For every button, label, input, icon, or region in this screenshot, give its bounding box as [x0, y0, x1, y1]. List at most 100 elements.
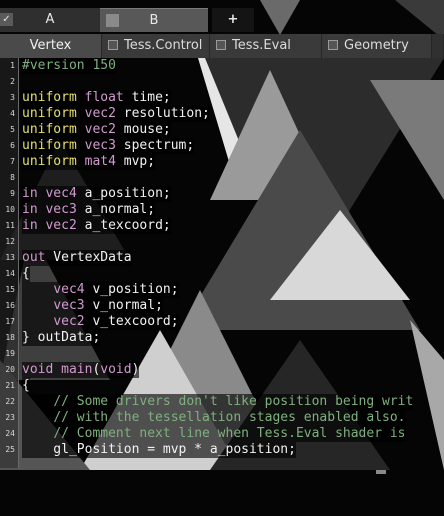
code-editor[interactable]: 1 #version 150 2 3 uniform float time; 4 unifo… — [0, 58, 444, 468]
line-number: 15 — [5, 285, 15, 294]
code-line[interactable]: 21 { — [0, 378, 444, 394]
code-token: // with the tessellation stages enabled … — [53, 410, 406, 425]
line-number: 2 — [10, 77, 15, 86]
horizontal-scrollbar[interactable] — [376, 470, 386, 474]
tab-geometry[interactable]: Geometry — [322, 34, 432, 58]
code-line[interactable]: 20 void main(void) — [0, 362, 444, 378]
code-line[interactable]: 22 // Some drivers don't like position b… — [0, 394, 444, 410]
checkbox-icon[interactable] — [216, 40, 226, 50]
code-token: vec4 — [53, 282, 85, 297]
line-number: 25 — [5, 445, 15, 454]
status-area — [0, 476, 444, 516]
code-text: in vec4 a_position; — [22, 186, 171, 202]
code-token: // Comment next line when Tess.Eval shad… — [53, 426, 406, 441]
checkbox-icon[interactable] — [328, 40, 338, 50]
code-line[interactable]: 18 } outData; — [0, 330, 444, 346]
code-token: void — [100, 362, 132, 377]
code-line[interactable]: 8 — [0, 170, 444, 186]
code-text: uniform vec2 mouse; — [22, 122, 171, 138]
code-text: in vec3 a_normal; — [22, 202, 156, 218]
code-line[interactable]: 15 vec4 v_position; — [0, 282, 444, 298]
code-line[interactable]: 13 out VertexData — [0, 250, 444, 266]
code-token: vec3 — [45, 202, 77, 217]
code-line[interactable]: 9 in vec4 a_position; — [0, 186, 444, 202]
code-line[interactable]: 24 // Comment next line when Tess.Eval s… — [0, 426, 444, 442]
tab-tess-control[interactable]: Tess.Control — [102, 34, 210, 58]
code-line[interactable]: 6 uniform vec3 spectrum; — [0, 138, 444, 154]
code-line[interactable]: 2 — [0, 74, 444, 90]
code-token: vec2 — [53, 314, 85, 329]
checkmark-icon[interactable]: ✓ — [0, 13, 13, 26]
code-line[interactable]: 1 #version 150 — [0, 58, 444, 74]
code-text: } outData; — [22, 330, 101, 346]
code-line[interactable]: 11 in vec2 a_texcoord; — [0, 218, 444, 234]
code-token: time; — [123, 90, 171, 105]
code-token: a_texcoord; — [76, 218, 171, 233]
code-line[interactable]: 17 vec2 v_texcoord; — [0, 314, 444, 330]
code-token: uniform — [22, 138, 77, 153]
document-tab-a[interactable]: ✓ A — [0, 8, 100, 32]
add-tab-button[interactable]: + — [212, 8, 254, 32]
line-number: 18 — [5, 333, 15, 342]
line-number: 16 — [5, 301, 15, 310]
code-line[interactable]: 4 uniform vec2 resolution; — [0, 106, 444, 122]
document-tab-bar: ✓ A B + — [0, 8, 444, 32]
code-token: spectrum; — [115, 138, 195, 153]
line-number: 3 — [10, 93, 15, 102]
code-text: vec2 v_texcoord; — [22, 314, 179, 330]
line-number: 17 — [5, 317, 15, 326]
code-token: // Some drivers don't like position bein… — [53, 394, 414, 409]
code-line[interactable]: 5 uniform vec2 mouse; — [0, 122, 444, 138]
code-token: vec2 — [84, 122, 116, 137]
code-token: uniform — [22, 106, 77, 121]
line-number: 11 — [5, 221, 15, 230]
tab-vertex[interactable]: Vertex — [0, 34, 102, 58]
code-token: #version 150 — [22, 58, 116, 73]
code-text: vec3 v_normal; — [22, 298, 163, 314]
code-line[interactable]: 16 vec3 v_normal; — [0, 298, 444, 314]
code-token: ) — [131, 362, 140, 377]
line-number: 22 — [5, 397, 15, 406]
code-text: void main(void) — [22, 362, 140, 378]
code-line[interactable]: 19 — [0, 346, 444, 362]
code-line[interactable]: 3 uniform float time; — [0, 90, 444, 106]
code-line[interactable]: 14 { — [0, 266, 444, 282]
line-number: 7 — [10, 157, 15, 166]
code-line[interactable]: 7 uniform mat4 mvp; — [0, 154, 444, 170]
code-line[interactable]: 10 in vec3 a_normal; — [0, 202, 444, 218]
tab-label: Tess.Control — [124, 38, 203, 53]
shader-tab-bar: Vertex Tess.Control Tess.Eval Geometry — [0, 34, 444, 58]
code-token: a_position; — [76, 186, 171, 201]
code-token: mat4 — [84, 154, 116, 169]
tab-label: Tess.Eval — [232, 38, 291, 53]
code-token: v_position; — [84, 282, 179, 297]
code-token: mouse; — [115, 122, 171, 137]
document-tab-label: B — [149, 13, 159, 28]
code-line[interactable]: 25 gl_Position = mvp * a_position; — [0, 442, 444, 458]
code-line[interactable]: 12 — [0, 234, 444, 250]
line-number: 4 — [10, 109, 15, 118]
code-text: { — [22, 266, 30, 282]
line-number: 14 — [5, 269, 15, 278]
tab-overflow[interactable] — [432, 34, 444, 58]
document-tab-label: A — [45, 12, 55, 27]
code-line[interactable]: 23 // with the tessellation stages enabl… — [0, 410, 444, 426]
document-tab-b[interactable]: B — [100, 8, 208, 32]
code-text: uniform vec3 spectrum; — [22, 138, 195, 154]
code-token: uniform — [22, 90, 77, 105]
checkbox-icon[interactable] — [108, 40, 118, 50]
code-token: vec2 — [84, 106, 116, 121]
line-number: 1 — [10, 61, 15, 70]
tab-tess-eval[interactable]: Tess.Eval — [210, 34, 322, 58]
tab-label: Vertex — [29, 38, 72, 53]
